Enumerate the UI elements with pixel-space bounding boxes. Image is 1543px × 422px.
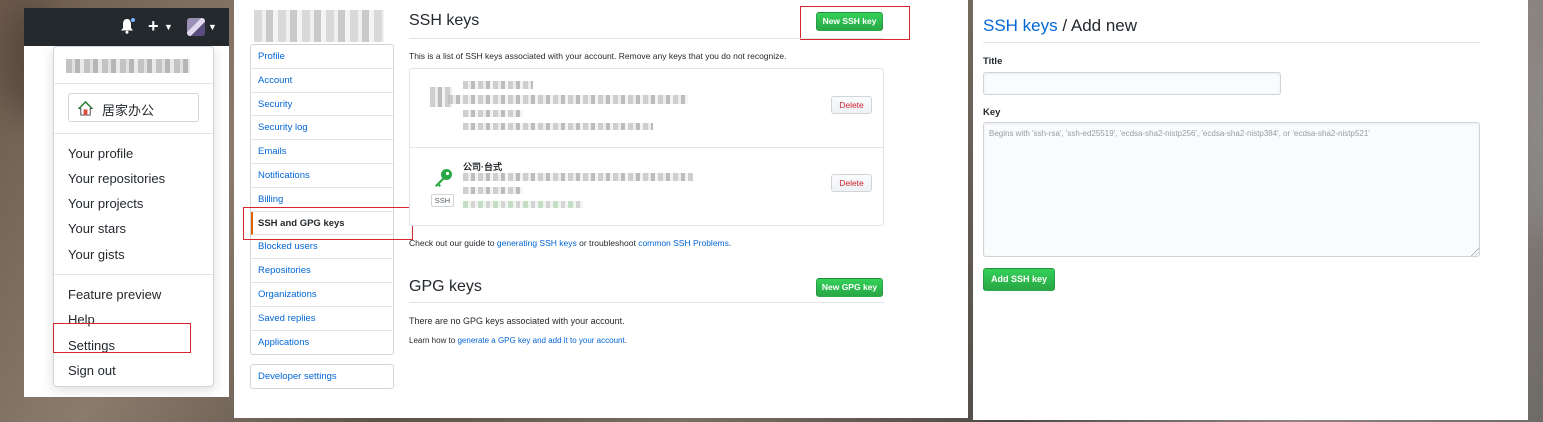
- notification-dot-icon: [130, 17, 136, 23]
- menu-item-feature-preview[interactable]: Feature preview: [68, 287, 161, 303]
- status-button[interactable]: 居家办公: [68, 93, 199, 122]
- menu-item-sign-out[interactable]: Sign out: [68, 363, 116, 379]
- nav-emails[interactable]: Emails: [251, 140, 393, 164]
- nav-saved-replies[interactable]: Saved replies: [251, 307, 393, 331]
- key-added-date: [463, 187, 523, 194]
- key-fingerprint: [463, 173, 693, 181]
- resize-handle-icon[interactable]: [1471, 248, 1479, 256]
- user-menu-panel: + ▼ ▼ 居家办公 Your profile Your repositorie…: [24, 8, 229, 397]
- highlight-settings: [53, 323, 191, 353]
- divider: [409, 302, 884, 303]
- nav-notifications[interactable]: Notifications: [251, 164, 393, 188]
- settings-page: Profile Account Security Security log Em…: [234, 0, 968, 418]
- nav-security-log[interactable]: Security log: [251, 116, 393, 141]
- ssh-keys-heading: SSH keys: [409, 12, 480, 29]
- page-title: SSH keys / Add new: [983, 16, 1137, 36]
- nav-account[interactable]: Account: [251, 69, 393, 93]
- add-ssh-key-button[interactable]: Add SSH key: [983, 268, 1055, 291]
- generate-gpg-key-link[interactable]: generate a GPG key and add it to your ac…: [457, 336, 624, 345]
- menu-item-your-profile[interactable]: Your profile: [68, 146, 133, 162]
- key-last-used: [463, 201, 583, 208]
- key-added-date: [463, 110, 523, 117]
- generating-ssh-keys-link[interactable]: generating SSH keys: [497, 238, 577, 248]
- key-icon: [435, 169, 452, 187]
- settings-nav: Profile Account Security Security log Em…: [250, 44, 394, 356]
- status-label: 居家办公: [102, 103, 155, 118]
- guide-prefix: Check out our guide to: [409, 238, 497, 248]
- menu-item-your-projects[interactable]: Your projects: [68, 196, 143, 212]
- key-title: [463, 81, 533, 89]
- menu-item-your-repositories[interactable]: Your repositories: [68, 171, 165, 187]
- breadcrumb-ssh-keys-link[interactable]: SSH keys: [983, 16, 1058, 35]
- delete-key-button[interactable]: Delete: [831, 174, 872, 192]
- key-last-used: [463, 123, 653, 130]
- nav-profile[interactable]: Profile: [251, 45, 393, 69]
- common-ssh-problems-link[interactable]: common SSH Problems: [638, 238, 729, 248]
- divider: [410, 147, 883, 148]
- breadcrumb-current: Add new: [1070, 16, 1138, 35]
- delete-key-button[interactable]: Delete: [831, 96, 872, 114]
- ssh-guide-text: Check out our guide to generating SSH ke…: [409, 238, 731, 248]
- chevron-down-icon[interactable]: ▼: [164, 22, 173, 32]
- gpg-keys-heading: GPG keys: [409, 278, 482, 295]
- key-fingerprint: [448, 95, 688, 104]
- avatar[interactable]: [187, 18, 205, 36]
- breadcrumb-separator: /: [1057, 16, 1071, 35]
- divider: [54, 133, 213, 134]
- signed-in-username: [66, 59, 190, 73]
- nav-applications[interactable]: Applications: [251, 331, 393, 355]
- learn-prefix: Learn how to: [409, 336, 458, 345]
- divider: [54, 274, 213, 275]
- key-textarea[interactable]: Begins with 'ssh-rsa', 'ssh-ed25519', 'e…: [983, 122, 1480, 257]
- divider: [54, 83, 213, 84]
- ssh-key-list: Delete SSH 公司·台式 Delete: [409, 68, 884, 226]
- gpg-learn-text: Learn how to generate a GPG key and add …: [409, 336, 627, 345]
- new-gpg-key-button[interactable]: New GPG key: [816, 278, 883, 297]
- nav-organizations[interactable]: Organizations: [251, 283, 393, 307]
- learn-end: .: [624, 336, 627, 345]
- gpg-empty-text: There are no GPG keys associated with yo…: [409, 316, 625, 326]
- ssh-description: This is a list of SSH keys associated wi…: [409, 51, 787, 61]
- nav-developer-settings[interactable]: Developer settings: [250, 364, 394, 389]
- bell-icon[interactable]: [120, 17, 136, 34]
- plus-icon[interactable]: +: [148, 16, 159, 36]
- highlight-ssh-gpg-keys: [243, 207, 413, 240]
- menu-item-your-stars[interactable]: Your stars: [68, 221, 126, 237]
- key-title: 公司·台式: [463, 162, 502, 172]
- divider: [409, 38, 884, 39]
- highlight-new-ssh-key: [800, 6, 910, 40]
- guide-end: .: [728, 238, 732, 248]
- key-label: Key: [983, 107, 1001, 118]
- profile-avatar: [254, 10, 384, 42]
- divider: [983, 42, 1480, 43]
- title-label: Title: [983, 56, 1003, 67]
- nav-security[interactable]: Security: [251, 93, 393, 117]
- house-icon: [78, 101, 93, 116]
- chevron-down-icon[interactable]: ▼: [208, 22, 217, 32]
- guide-middle: or troubleshoot: [576, 238, 639, 248]
- add-ssh-key-page: SSH keys / Add new Title Key Begins with…: [973, 0, 1528, 420]
- nav-repositories[interactable]: Repositories: [251, 259, 393, 283]
- top-header: + ▼ ▼: [24, 8, 229, 46]
- menu-item-your-gists[interactable]: Your gists: [68, 247, 125, 263]
- ssh-badge: SSH: [431, 194, 454, 207]
- title-input[interactable]: [983, 72, 1281, 95]
